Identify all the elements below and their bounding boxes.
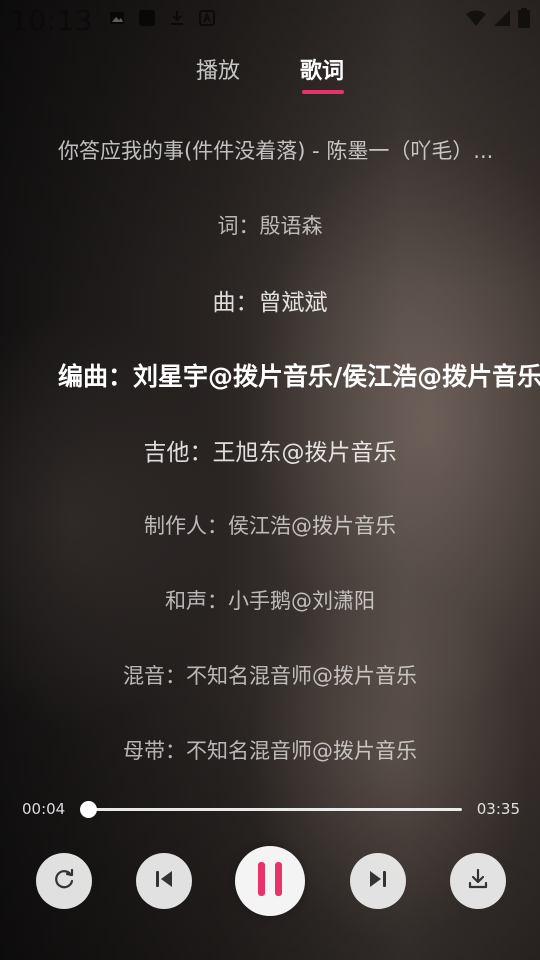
playback-progress: 00:04 03:35	[0, 795, 540, 825]
square-app-icon	[138, 9, 156, 27]
wifi-icon	[466, 10, 486, 30]
seek-bar-thumb[interactable]	[80, 801, 97, 818]
previous-button[interactable]	[136, 853, 192, 909]
current-time: 00:04	[22, 800, 66, 818]
download-icon	[168, 9, 186, 27]
play-pause-button[interactable]	[235, 846, 305, 916]
lyric-line: 词：殷语森	[217, 214, 323, 238]
status-time: 10:13	[10, 4, 94, 37]
download-icon	[465, 866, 491, 896]
player-tabs: 播放 歌词	[0, 50, 540, 100]
repeat-button[interactable]	[36, 853, 92, 909]
lyric-line: 曲：曾斌斌	[212, 290, 328, 316]
tab-lyrics[interactable]: 歌词	[300, 53, 344, 85]
seek-bar[interactable]	[80, 801, 462, 818]
lyric-line: 吉他：王旭东@拨片音乐	[143, 440, 397, 466]
lyrics-song-title: 你答应我的事(件件没着落) - 陈墨一（吖毛）...	[58, 139, 494, 163]
pause-icon	[254, 861, 286, 901]
download-button[interactable]	[450, 853, 506, 909]
next-button[interactable]	[350, 853, 406, 909]
total-duration: 03:35	[476, 800, 520, 818]
lyrics-panel[interactable]: 你答应我的事(件件没着落) - 陈墨一（吖毛）... 词：殷语森 曲：曾斌斌 编…	[0, 110, 540, 790]
image-icon	[108, 9, 126, 27]
tab-play[interactable]: 播放	[196, 53, 240, 85]
signal-icon	[494, 10, 510, 30]
lyric-line: 和声：小手鹅@刘潇阳	[165, 589, 375, 613]
repeat-icon	[51, 866, 77, 896]
skip-next-icon	[367, 868, 389, 894]
skip-previous-icon	[153, 868, 175, 894]
lyric-line-current: 编曲：刘星宇@拨片音乐/侯江浩@拨片音乐	[58, 362, 540, 391]
lyric-line: 制作人：侯江浩@拨片音乐	[144, 514, 396, 538]
active-tab-indicator	[302, 90, 344, 94]
lyric-line: 混音：不知名混音师@拨片音乐	[123, 664, 417, 688]
playback-controls	[0, 845, 540, 925]
lyric-line: 母带：不知名混音师@拨片音乐	[123, 739, 417, 763]
battery-icon	[518, 8, 530, 32]
status-bar: 10:13	[0, 0, 540, 40]
a-box-icon	[198, 9, 216, 27]
